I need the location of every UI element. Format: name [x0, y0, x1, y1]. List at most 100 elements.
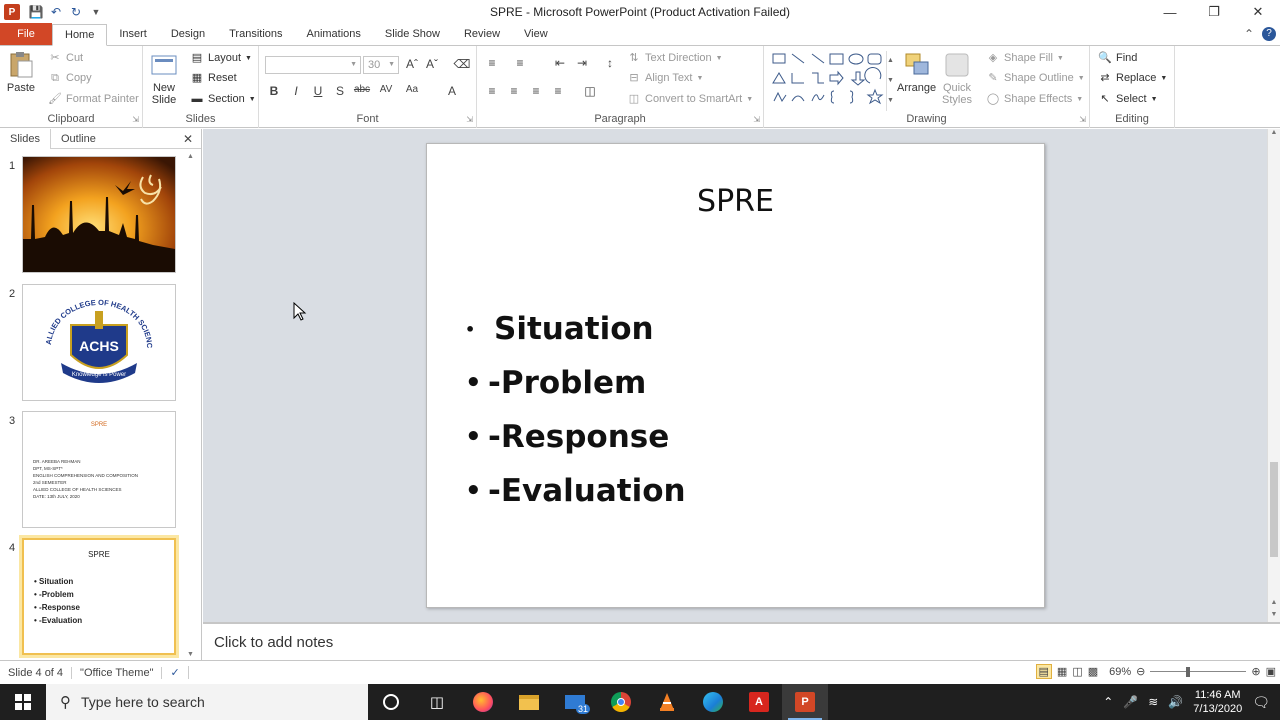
slide-sorter-icon[interactable]: ▦ [1057, 665, 1067, 678]
notes-pane[interactable]: Click to add notes [203, 622, 1280, 660]
cut-button[interactable]: ✂ Cut [48, 51, 83, 65]
italic-icon[interactable]: I [287, 84, 305, 98]
clear-formatting-icon[interactable]: ⌫ [453, 57, 471, 71]
slide-bullet-list[interactable]: • Situation • -Problem • -Response • -Evalua… [465, 302, 686, 518]
slideshow-icon[interactable]: ▩ [1088, 665, 1098, 678]
shape-outline-button[interactable]: ✎ Shape Outline ▼ [986, 71, 1084, 85]
tab-animations[interactable]: Animations [295, 23, 373, 45]
current-slide[interactable]: SPRE • Situation • -Problem • -Response • -E… [426, 143, 1045, 608]
normal-view-icon[interactable]: ▤ [1035, 664, 1052, 679]
tab-review[interactable]: Review [452, 23, 512, 45]
volume-icon[interactable]: 🔊 [1168, 695, 1183, 709]
align-left-icon[interactable]: ≡ [483, 84, 501, 98]
theme-status[interactable]: "Office Theme" [72, 666, 163, 679]
layout-button[interactable]: ▤ Layout ▼ [190, 51, 252, 65]
find-button[interactable]: 🔍 Find [1098, 51, 1137, 65]
character-spacing-icon[interactable]: AV [377, 84, 395, 95]
columns-icon[interactable]: ◫ [581, 84, 599, 98]
decrease-indent-icon[interactable]: ⇤ [551, 56, 569, 70]
slide-thumbnail-1[interactable] [22, 156, 176, 273]
chrome-icon[interactable] [598, 684, 644, 720]
paragraph-launcher-icon[interactable]: ⇲ [753, 115, 760, 124]
zoom-level[interactable]: 69% [1109, 666, 1131, 678]
mail-icon[interactable]: 31 [552, 684, 598, 720]
undo-icon[interactable]: ↶ [48, 5, 64, 19]
slides-pane-scrollbar[interactable]: ▲ ▼ [187, 153, 197, 658]
font-launcher-icon[interactable]: ⇲ [466, 115, 473, 124]
convert-smartart-button[interactable]: ◫ Convert to SmartArt ▼ [627, 92, 753, 106]
show-hidden-icons-icon[interactable]: ⌃ [1103, 695, 1113, 709]
select-button[interactable]: ↖ Select ▼ [1098, 92, 1157, 106]
powerpoint-taskbar-icon[interactable]: P [782, 684, 828, 720]
new-slide-button[interactable]: New Slide [149, 50, 179, 106]
underline-icon[interactable]: U [309, 84, 327, 98]
drawing-launcher-icon[interactable]: ⇲ [1079, 115, 1086, 124]
maximize-button[interactable]: ❐ [1192, 0, 1236, 24]
zoom-out-icon[interactable]: ⊖ [1136, 665, 1145, 678]
tab-view[interactable]: View [512, 23, 560, 45]
slide-thumbnail-4[interactable]: SPRE • Situation • -Problem • -Response … [19, 535, 179, 658]
replace-button[interactable]: ⇄ Replace ▼ [1098, 71, 1167, 85]
text-direction-button[interactable]: ⇅ Text Direction ▼ [627, 51, 722, 65]
canvas-vertical-scrollbar[interactable]: ▲ ▲ ▼ [1267, 129, 1280, 622]
tab-slides[interactable]: Slides [0, 128, 51, 149]
line-spacing-icon[interactable]: ↕ [601, 56, 619, 70]
tab-home[interactable]: Home [52, 24, 108, 46]
align-center-icon[interactable]: ≡ [505, 84, 523, 98]
minimize-button[interactable]: — [1148, 0, 1192, 24]
shape-fill-button[interactable]: ◈ Shape Fill ▼ [986, 51, 1064, 65]
cortana-icon[interactable] [368, 684, 414, 720]
tab-file[interactable]: File [0, 23, 52, 45]
customize-qat-icon[interactable]: ▼ [88, 7, 104, 17]
save-icon[interactable]: 💾 [28, 5, 44, 19]
slide-title[interactable]: SPRE [427, 184, 1044, 219]
slide-thumbnail-3[interactable]: SPRE DR. AREEBA REHMAN DPT, MS-SPT* ENGL… [22, 411, 176, 528]
network-icon[interactable]: ≋ [1148, 695, 1158, 709]
arrange-button[interactable]: Arrange [897, 50, 936, 94]
notifications-icon[interactable]: 🗨 [1252, 694, 1270, 711]
edge-icon[interactable] [690, 684, 736, 720]
grow-font-icon[interactable]: Aˆ [403, 57, 421, 71]
quick-styles-button[interactable]: Quick Styles [942, 50, 972, 106]
minimize-ribbon-icon[interactable]: ⌃ [1244, 27, 1254, 41]
help-icon[interactable]: ? [1262, 27, 1276, 41]
file-explorer-icon[interactable] [506, 684, 552, 720]
text-shadow-icon[interactable]: S [331, 84, 349, 98]
clipboard-launcher-icon[interactable]: ⇲ [132, 115, 139, 124]
powerpoint-app-icon[interactable]: P [4, 4, 20, 20]
scroll-thumb[interactable] [1270, 462, 1278, 557]
font-color-icon[interactable]: A [443, 84, 461, 98]
zoom-in-icon[interactable]: ⊕ [1251, 665, 1260, 678]
vlc-icon[interactable] [644, 684, 690, 720]
close-pane-icon[interactable]: ✕ [183, 132, 193, 146]
shapes-gallery[interactable] [770, 51, 888, 111]
redo-icon[interactable]: ↻ [68, 5, 84, 19]
strikethrough-icon[interactable]: abc [353, 84, 371, 95]
shrink-font-icon[interactable]: Aˇ [423, 57, 441, 71]
firefox-icon[interactable] [460, 684, 506, 720]
fit-to-window-icon[interactable]: ▣ [1266, 665, 1276, 678]
tab-insert[interactable]: Insert [107, 23, 159, 45]
tab-slide-show[interactable]: Slide Show [373, 23, 452, 45]
spellcheck-icon[interactable]: ✓ [162, 666, 189, 679]
acrobat-icon[interactable]: A [736, 684, 782, 720]
copy-button[interactable]: ⧉ Copy [48, 71, 92, 85]
paste-button[interactable]: Paste [6, 50, 36, 94]
tab-outline[interactable]: Outline [51, 129, 106, 149]
tab-transitions[interactable]: Transitions [217, 23, 294, 45]
numbering-icon[interactable]: ≡ [511, 56, 529, 70]
increase-indent-icon[interactable]: ⇥ [573, 56, 591, 70]
font-size-combo[interactable]: 30 ▼ [363, 56, 399, 74]
shape-effects-button[interactable]: ◯ Shape Effects ▼ [986, 92, 1083, 106]
microphone-icon[interactable]: 🎤 [1123, 695, 1138, 709]
change-case-icon[interactable]: Aa [403, 84, 421, 95]
bold-icon[interactable]: B [265, 84, 283, 98]
font-name-combo[interactable]: ▼ [265, 56, 361, 74]
slide-thumbnail-2[interactable]: ALLIED COLLEGE OF HEALTH SCIENCES ACHS K… [22, 284, 176, 401]
reset-button[interactable]: ▦ Reset [190, 71, 237, 85]
section-button[interactable]: ▬ Section ▼ [190, 92, 256, 106]
tab-design[interactable]: Design [159, 23, 217, 45]
bullets-icon[interactable]: ≡ [483, 56, 501, 70]
zoom-slider[interactable] [1150, 666, 1247, 677]
shapes-scroll[interactable]: ▲ ▼ ▼ [886, 51, 894, 111]
